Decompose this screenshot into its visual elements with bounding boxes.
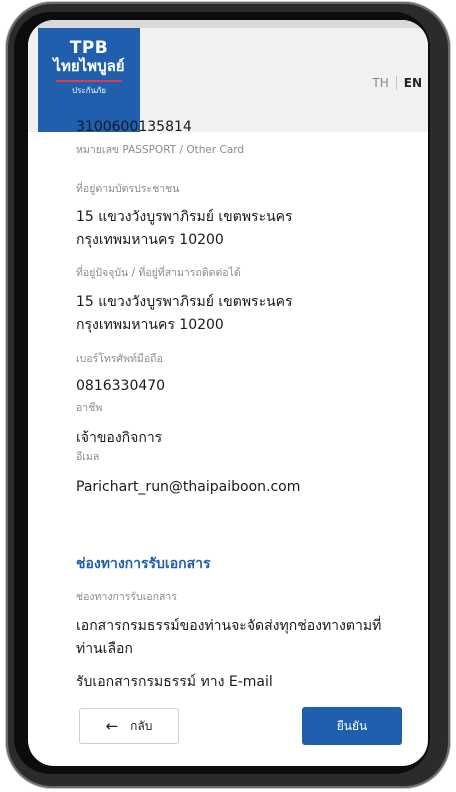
occupation-value: เจ้าของกิจการ bbox=[76, 430, 163, 446]
current-address-line2: กรุงเทพมหานคร 10200 bbox=[76, 317, 224, 333]
screen-top-bar bbox=[28, 20, 428, 28]
occupation-label: อาชีพ bbox=[76, 402, 103, 414]
id-address-label: ที่อยู่ตามบัตรประชาชน bbox=[76, 183, 180, 195]
document-channel-line1: เอกสารกรมธรรม์ของท่านจะจัดส่งทุกช่องทางต… bbox=[76, 618, 382, 634]
confirm-button[interactable]: ยืนยัน bbox=[302, 707, 402, 745]
confirm-button-label: ยืนยัน bbox=[336, 718, 368, 733]
arrow-left-icon: ← bbox=[105, 716, 119, 735]
tpb-logo: TPB ไทยไพบูลย์ ประกันภัย bbox=[38, 28, 140, 132]
language-switcher: TH EN bbox=[372, 76, 422, 90]
email-value: Parichart_run@thaipaiboon.com bbox=[76, 479, 301, 495]
back-button[interactable]: ← กลับ bbox=[79, 708, 179, 744]
current-address-label: ที่อยู่ปัจจุบัน / ที่อยู่ที่สามารถติดต่อ… bbox=[76, 267, 241, 279]
logo-subtitle: ประกันภัย bbox=[72, 86, 106, 95]
id-address-line1: 15 แขวงวังบูรพาภิรมย์ เขตพระนคร bbox=[76, 209, 293, 225]
document-channel-option: รับเอกสารกรมธรรม์ ทาง E-mail bbox=[76, 674, 273, 690]
mobile-label: เบอร์โทรศัพท์มือถือ bbox=[76, 353, 163, 365]
app-screen: TPB ไทยไพบูลย์ ประกันภัย TH EN 310060013… bbox=[28, 20, 428, 766]
id-address-line2: กรุงเทพมหานคร 10200 bbox=[76, 232, 224, 248]
mobile-value: 0816330470 bbox=[76, 378, 166, 394]
logo-thai-name: ไทยไพบูลย์ bbox=[53, 57, 125, 75]
document-channel-line2: ท่านเลือก bbox=[76, 641, 133, 657]
app-header: TPB ไทยไพบูลย์ ประกันภัย TH EN bbox=[28, 28, 428, 132]
current-address-line1: 15 แขวงวังบูรพาภิรมย์ เขตพระนคร bbox=[76, 294, 293, 310]
back-button-label: กลับ bbox=[130, 718, 153, 733]
lang-th-button[interactable]: TH bbox=[372, 76, 388, 90]
logo-brand: TPB bbox=[69, 38, 109, 58]
email-label: อีเมล bbox=[76, 451, 100, 463]
logo-red-line bbox=[56, 80, 122, 82]
lang-en-button[interactable]: EN bbox=[404, 76, 422, 90]
document-channel-label: ช่องทางการรับเอกสาร bbox=[76, 591, 177, 603]
document-channel-title: ช่องทางการรับเอกสาร bbox=[76, 556, 211, 572]
id-number-label: หมายเลข PASSPORT / Other Card bbox=[76, 144, 245, 156]
lang-divider bbox=[395, 76, 397, 90]
id-number-value: 3100600135814 bbox=[76, 119, 192, 135]
